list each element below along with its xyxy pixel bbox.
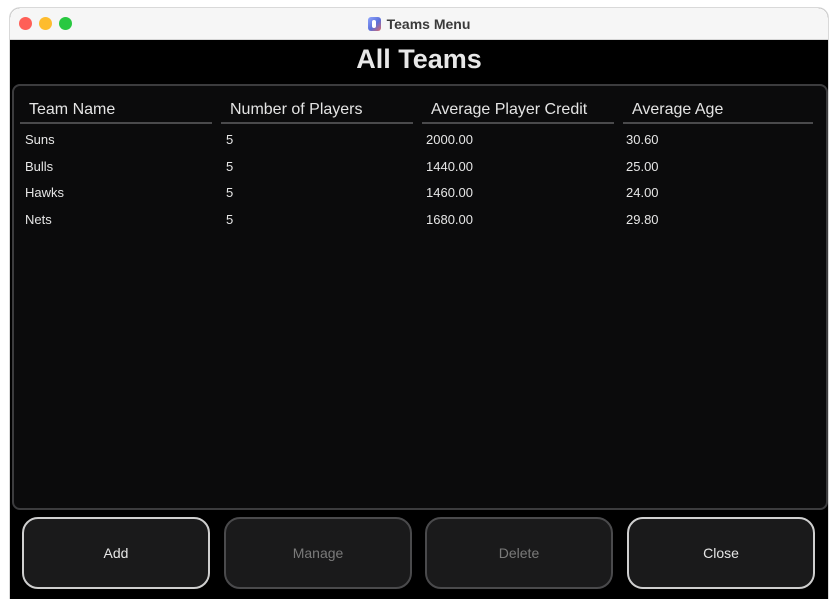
app-icon (367, 16, 381, 31)
column-header-team-name[interactable]: Team Name (20, 96, 212, 124)
table-cell-average-player-credit[interactable]: 2000.00 (426, 130, 473, 150)
table-cell-average-age[interactable]: 30.60 (626, 130, 659, 150)
table-cell-average-age[interactable]: 25.00 (626, 157, 659, 177)
table-cell-number-of-players[interactable]: 5 (226, 130, 233, 150)
column-header-average-player-credit[interactable]: Average Player Credit (422, 96, 614, 124)
table-cell-number-of-players[interactable]: 5 (226, 183, 233, 203)
add-button[interactable]: Add (22, 517, 210, 589)
window-content: All Teams Team Name Number of Players Av… (10, 40, 828, 599)
window-title: Teams Menu (386, 15, 471, 32)
column-header-average-age[interactable]: Average Age (623, 96, 813, 124)
table-cell-number-of-players[interactable]: 5 (226, 210, 233, 230)
table-cell-average-player-credit[interactable]: 1460.00 (426, 183, 473, 203)
delete-button[interactable]: Delete (425, 517, 613, 589)
table-cell-team-name[interactable]: Suns (25, 130, 55, 150)
table-cell-average-age[interactable]: 24.00 (626, 183, 659, 203)
teams-menu-window: Teams Menu All Teams Team Name Number of… (10, 8, 828, 599)
table-cell-team-name[interactable]: Nets (25, 210, 52, 230)
table-cell-average-player-credit[interactable]: 1680.00 (426, 210, 473, 230)
table-cell-team-name[interactable]: Hawks (25, 183, 64, 203)
window-title-group: Teams Menu (10, 8, 828, 39)
table-cell-average-age[interactable]: 29.80 (626, 210, 659, 230)
column-header-number-of-players[interactable]: Number of Players (221, 96, 413, 124)
page-title: All Teams (356, 44, 482, 74)
table-cell-number-of-players[interactable]: 5 (226, 157, 233, 177)
table-cell-team-name[interactable]: Bulls (25, 157, 53, 177)
teams-table: Team Name Number of Players Average Play… (12, 84, 828, 510)
close-button[interactable]: Close (627, 517, 815, 589)
table-cell-average-player-credit[interactable]: 1440.00 (426, 157, 473, 177)
manage-button[interactable]: Manage (224, 517, 412, 589)
title-bar[interactable]: Teams Menu (10, 8, 828, 40)
